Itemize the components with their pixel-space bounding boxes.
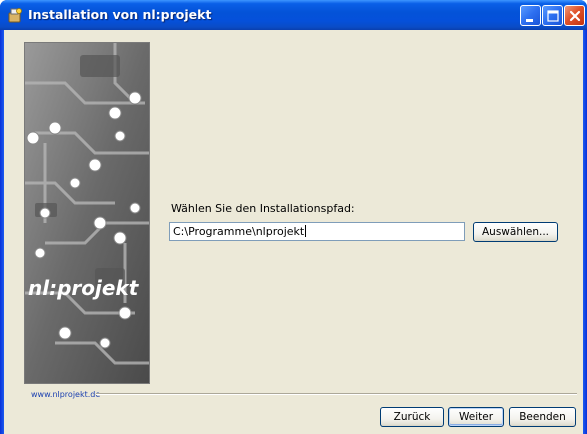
maximize-icon (547, 10, 559, 22)
window-border-right (583, 30, 587, 434)
text-caret (305, 225, 307, 237)
wizard-client-area: nl:projekt Wählen Sie den Installationsp… (4, 30, 583, 434)
window-title: Installation von nl:projekt (28, 7, 212, 22)
close-button[interactable] (564, 5, 585, 26)
minimize-button[interactable] (520, 5, 541, 26)
website-link[interactable]: www.nlprojekt.de (31, 390, 100, 399)
install-path-value: C:\Programme\nlprojekt (173, 225, 305, 238)
next-button[interactable]: Weiter (448, 407, 504, 427)
installer-app-icon (7, 7, 23, 23)
finish-button[interactable]: Beenden (509, 407, 576, 427)
title-bar[interactable]: Installation von nl:projekt (0, 0, 587, 30)
footer-separator (96, 393, 577, 395)
banner-logo-text: nl:projekt (28, 276, 140, 300)
wizard-side-banner: nl:projekt (24, 42, 150, 384)
back-button[interactable]: Zurück (380, 407, 444, 427)
install-path-prompt: Wählen Sie den Installationspfad: (171, 202, 355, 215)
close-icon (569, 10, 581, 22)
browse-button[interactable]: Auswählen... (473, 222, 558, 242)
maximize-button[interactable] (542, 5, 563, 26)
install-path-input[interactable]: C:\Programme\nlprojekt (169, 222, 465, 241)
installer-window: Installation von nl:projekt nl:projekt W… (0, 0, 587, 434)
minimize-icon (526, 19, 533, 22)
